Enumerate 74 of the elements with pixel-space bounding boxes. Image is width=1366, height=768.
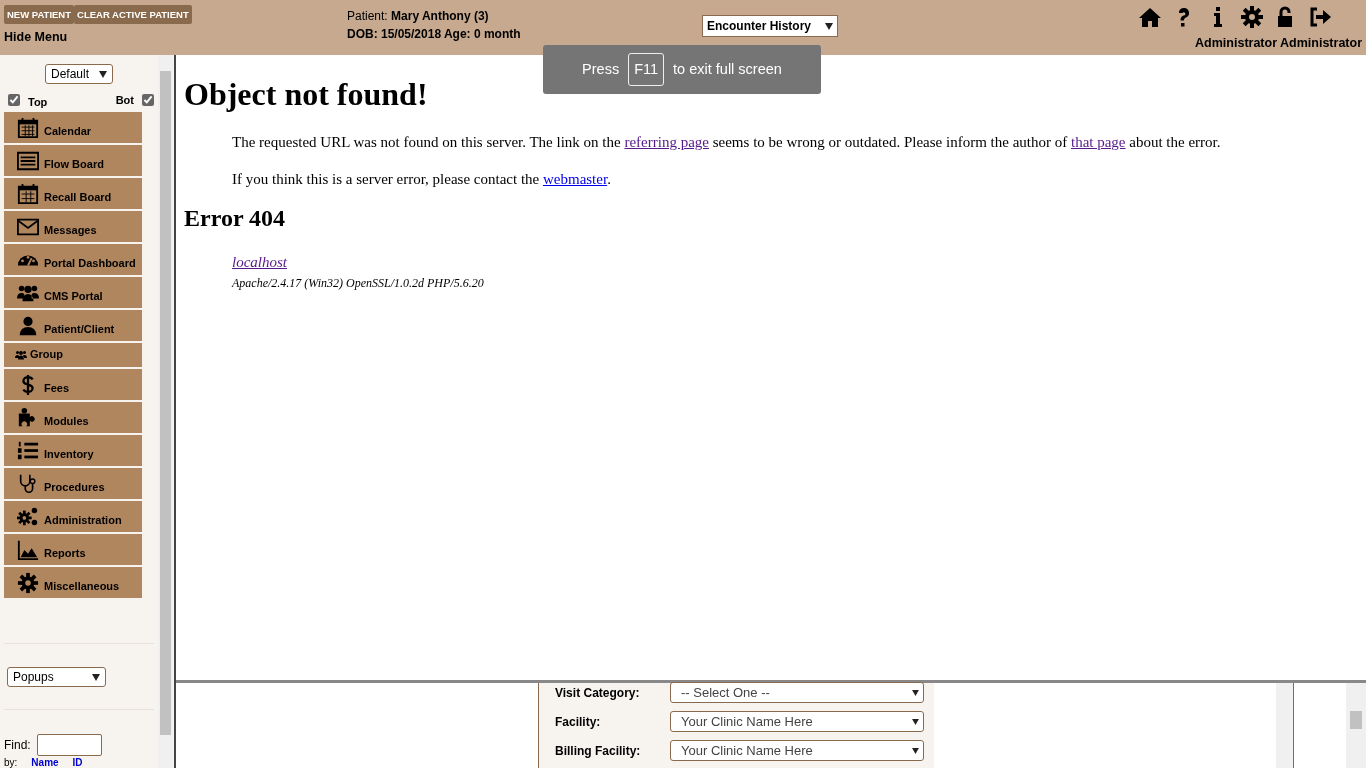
top-label: Top: [28, 95, 48, 110]
menu-item[interactable]: Reports: [4, 533, 142, 565]
clear-patient-button[interactable]: CLEAR ACTIVE PATIENT: [74, 5, 192, 25]
search-by-link[interactable]: Name: [31, 757, 59, 768]
text-link[interactable]: referring page: [624, 134, 709, 151]
menu-item[interactable]: Portal Dashboard: [4, 243, 142, 275]
patient-label: Patient:: [347, 9, 388, 23]
by-label: by:: [4, 757, 18, 768]
text-link[interactable]: that page: [1070, 134, 1126, 151]
area-chart-icon: [17, 538, 39, 561]
stethoscope-icon: [17, 472, 39, 495]
menu-item[interactable]: Recall Board: [4, 177, 142, 209]
menu-item[interactable]: Miscellaneous: [4, 566, 142, 598]
gears-icon: [17, 505, 39, 528]
user-name: Administrator Administrator: [1195, 35, 1362, 52]
server-signature: Apache/2.4.17 (Win32) OpenSSL/1.0.2d PHP/5.6.20: [232, 274, 485, 292]
select-field[interactable]: Your Clinic Name Here: [670, 740, 924, 761]
menu-item[interactable]: Messages: [4, 210, 142, 242]
menu-item[interactable]: Modules: [4, 401, 142, 433]
paragraph: The requested URL was not found on this server. The link on the referring page seems to be wrong or outdated. Please inform the author of that page about the error.: [232, 133, 1222, 153]
host-link[interactable]: localhost: [232, 254, 287, 271]
calendar-icon: [17, 116, 39, 139]
new-patient-button[interactable]: NEW PATIENT: [4, 5, 75, 25]
bot-checkbox[interactable]: [142, 94, 154, 107]
page-heading: Object not found!: [184, 75, 429, 114]
view-select[interactable]: Default: [45, 64, 113, 84]
notice-text: to exit full screen: [673, 59, 782, 79]
menu-item[interactable]: Inventory: [4, 434, 142, 466]
patient-name: Mary Anthony (3): [391, 9, 489, 23]
scrollbar-track[interactable]: [1346, 683, 1366, 768]
search-by-link[interactable]: ID: [72, 757, 83, 768]
menu-item[interactable]: Flow Board: [4, 144, 142, 176]
caret-icon: [92, 673, 100, 681]
select-field[interactable]: -- Select One --: [670, 682, 924, 703]
menu-item[interactable]: Patient/Client: [4, 309, 142, 341]
numbered-list-icon: [17, 439, 39, 462]
find-label: Find:: [4, 737, 31, 754]
f11-key: F11: [628, 52, 665, 87]
list-window-icon: [17, 149, 39, 172]
popups-select[interactable]: Popups: [7, 667, 106, 687]
select-field[interactable]: Your Clinic Name Here: [670, 711, 924, 732]
menu-item[interactable]: Administration: [4, 500, 142, 532]
notice-text: Press: [582, 59, 620, 79]
scrollbar-thumb[interactable]: [1350, 711, 1362, 729]
find-field[interactable]: [36, 734, 102, 756]
scrollbar-thumb[interactable]: [160, 71, 171, 735]
hide-menu-link[interactable]: Hide Menu: [4, 30, 68, 45]
patient-dob: DOB: 15/05/2018 Age: 0 month: [347, 27, 521, 41]
menu-item[interactable]: Group: [4, 342, 142, 367]
paragraph: If you think this is a server error, please contact the webmaster.: [232, 169, 612, 189]
user-icon: [17, 314, 39, 337]
caret-icon: [912, 747, 919, 754]
field-label: Billing Facility:: [555, 742, 642, 760]
menu-item[interactable]: Fees: [4, 368, 142, 400]
calendar-icon: [17, 182, 39, 205]
users-icon: [15, 348, 27, 361]
sign-out-icon[interactable]: [1308, 5, 1332, 29]
caret-icon: [99, 70, 107, 78]
caret-icon: [912, 689, 919, 696]
menu-item[interactable]: CMS Portal: [4, 276, 142, 308]
home-icon[interactable]: [1138, 5, 1162, 29]
caret-icon: [825, 22, 833, 30]
menu-item[interactable]: Calendar: [4, 111, 142, 143]
scrollbar-track[interactable]: [1276, 683, 1293, 768]
field-label: Visit Category:: [555, 684, 641, 702]
scrollbar-track[interactable]: [158, 55, 173, 768]
bot-label: Bot: [115, 93, 134, 108]
gear-icon: [17, 571, 39, 594]
caret-icon: [912, 718, 919, 725]
menu-item[interactable]: Procedures: [4, 467, 142, 499]
error-heading: Error 404: [184, 204, 287, 234]
field-label: Facility:: [555, 713, 602, 731]
encounter-history-select[interactable]: Encounter History: [702, 15, 838, 37]
top-checkbox[interactable]: [8, 94, 20, 107]
